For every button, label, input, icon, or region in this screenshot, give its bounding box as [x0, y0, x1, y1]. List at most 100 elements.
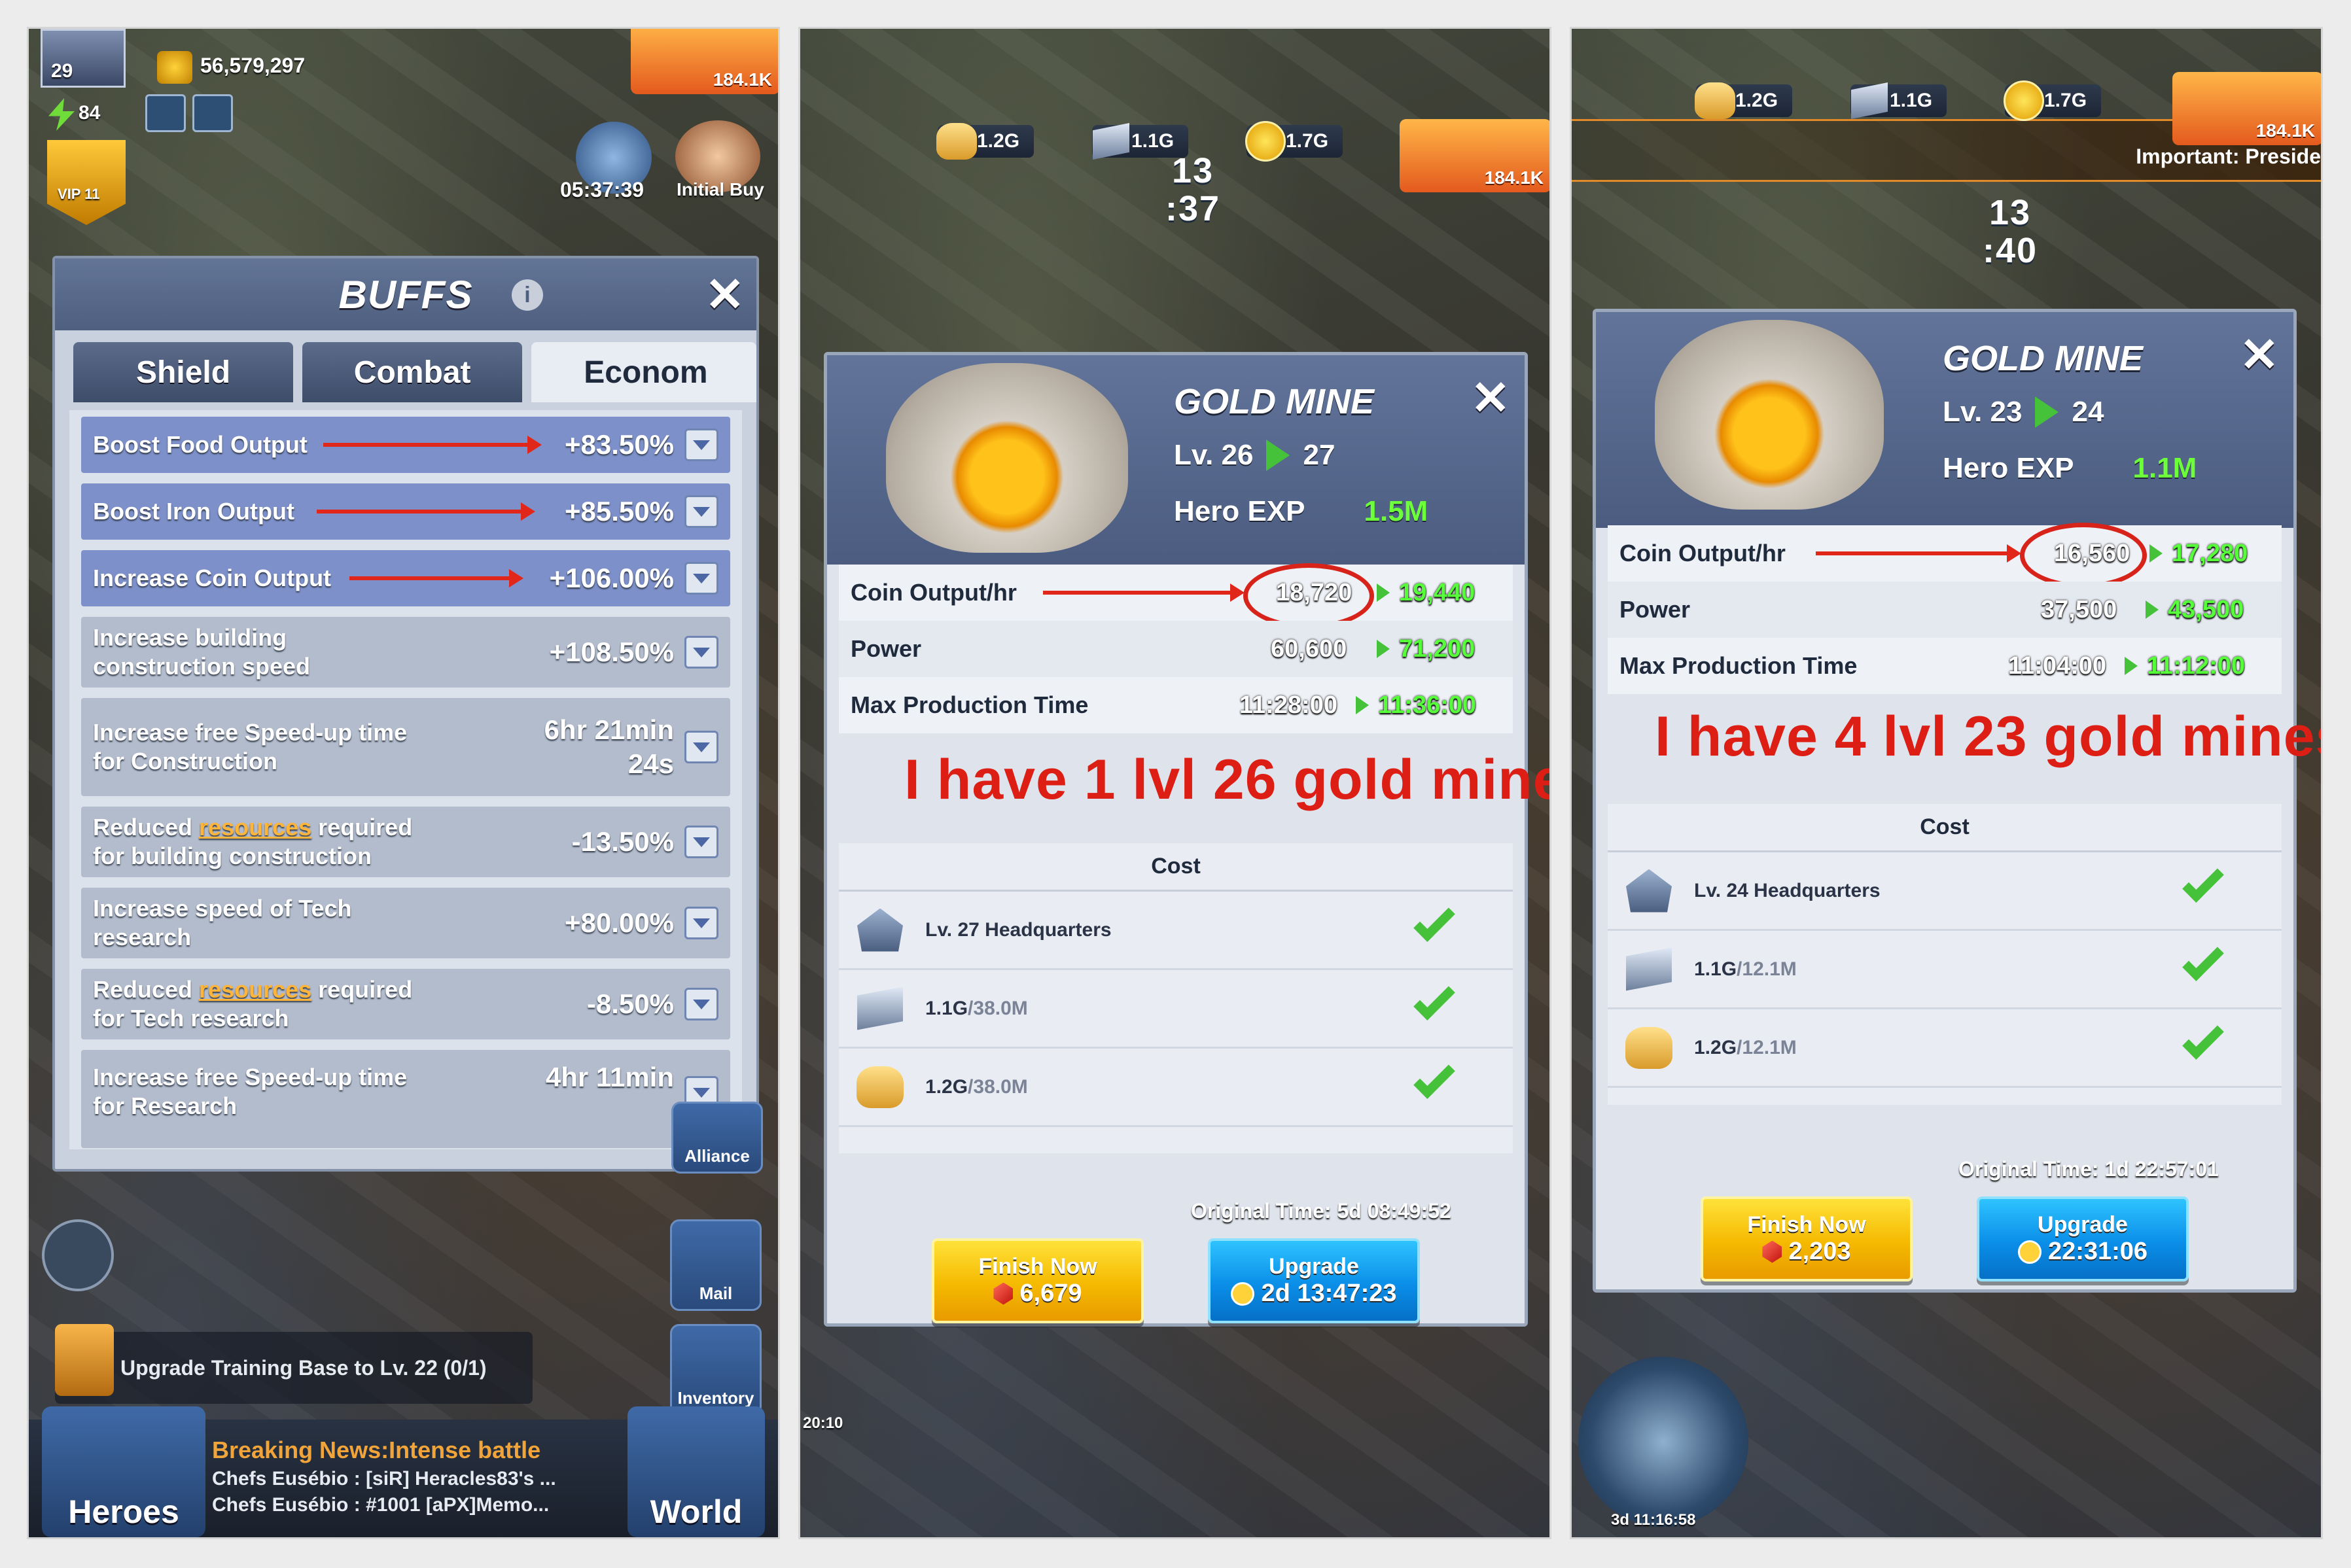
vip-label: VIP 11 — [58, 186, 100, 202]
coin-icon — [1243, 118, 1288, 164]
chevron-down-icon[interactable] — [684, 636, 718, 669]
inventory-button[interactable]: Inventory — [670, 1324, 762, 1416]
cost-title: Cost — [839, 843, 1513, 892]
arrow-right-icon — [1266, 440, 1290, 471]
buff-label: Increase building construction speed — [93, 624, 311, 680]
heroes-button[interactable]: Heroes — [42, 1406, 205, 1537]
food-resource[interactable]: 1.2G — [936, 120, 1034, 162]
arrow-right-icon — [2035, 396, 2059, 428]
buff-row-tech-resources[interactable]: Reduced resources required for Tech resea… — [81, 969, 730, 1039]
chevron-down-icon[interactable] — [684, 731, 718, 763]
finish-now-button[interactable]: Finish Now 2,203 — [1701, 1196, 1913, 1281]
iron-resource[interactable]: 1.1G — [1850, 80, 1947, 122]
bottom-timer: 3d 11:16:58 — [1611, 1511, 1696, 1529]
quest-panel[interactable]: Upgrade Training Base to Lv. 22 (0/1) — [55, 1332, 533, 1404]
buff-row-speedup-construction[interactable]: Increase free Speed-up time for Construct… — [81, 698, 730, 796]
finish-now-button[interactable]: Finish Now 6,679 — [932, 1238, 1144, 1323]
gold-mine-icon — [1655, 320, 1884, 510]
level-change: Lv. 23 24 — [1943, 396, 2104, 428]
chevron-down-icon[interactable] — [684, 988, 718, 1020]
bread-icon — [852, 1059, 908, 1115]
power-icon — [157, 51, 192, 84]
notice-text: Important: Preside — [2136, 145, 2321, 168]
event-timer: 05:37:39 — [560, 178, 645, 201]
shop-button[interactable]: 184.1K — [1400, 119, 1549, 192]
gold-mine-icon — [886, 363, 1128, 553]
shop-button[interactable]: 184.1K — [2172, 72, 2321, 145]
alliance-button[interactable]: Alliance — [671, 1102, 763, 1174]
coin-icon — [2001, 78, 2047, 124]
shop-amount: 184.1K — [2255, 120, 2315, 141]
buff-value: +106.00% — [549, 563, 674, 593]
buff-row-construction-resources[interactable]: Reduced resources required for building c… — [81, 807, 730, 877]
close-icon[interactable]: ✕ — [705, 271, 745, 319]
buff-list[interactable]: Boost Food Output +83.50% Boost Iron Out… — [69, 410, 742, 1149]
cost-row-headquarters: Lv. 24 Headquarters — [1608, 852, 2282, 931]
shop-button[interactable]: 184.1K — [631, 29, 778, 94]
power-value: 56,579,297 — [200, 54, 306, 77]
level-change: Lv. 26 27 — [1174, 439, 1335, 471]
coin-resource[interactable]: 1.7G — [1243, 118, 1343, 164]
iron-ingot-icon — [1621, 941, 1677, 998]
upgrade-button[interactable]: Upgrade 22:31:06 — [1977, 1196, 2189, 1281]
annotation-arrow — [317, 502, 535, 521]
portal-building[interactable] — [1578, 1357, 1748, 1527]
buff-icon-2[interactable] — [192, 94, 233, 132]
buff-value: 4hr 11min — [545, 1062, 674, 1092]
news-ticker[interactable]: Breaking News:Intense battle Chefs Euséb… — [212, 1437, 624, 1516]
buff-row-speedup-research[interactable]: Increase free Speed-up time for Research … — [81, 1050, 730, 1148]
tab-combat[interactable]: Combat — [302, 342, 523, 402]
annotation-text: I have 1 lvl 26 gold mine — [904, 748, 1551, 811]
build-hammer-icon[interactable] — [42, 1219, 114, 1291]
buff-row-construction-speed[interactable]: Increase building construction speed +108… — [81, 617, 730, 688]
arrow-right-icon — [1377, 640, 1390, 658]
chevron-down-icon[interactable] — [684, 826, 718, 858]
coin-resource[interactable]: 1.7G — [2004, 80, 2102, 122]
buff-label: Increase free Speed-up time for Construct… — [93, 719, 408, 775]
buffs-header: BUFFS i ✕ — [55, 258, 756, 330]
annotation-circle — [1243, 563, 1374, 629]
tab-shield[interactable]: Shield — [73, 342, 294, 402]
gold-mine-dialog: GOLD MINE ✕ Lv. 23 24 Hero EXP 1.1M Coin O… — [1593, 309, 2321, 1293]
chevron-down-icon[interactable] — [684, 495, 718, 528]
arrow-right-icon — [2146, 601, 2159, 619]
cost-row-iron: 1.1G/12.1M — [1608, 931, 2282, 1009]
info-icon[interactable]: i — [512, 279, 543, 311]
news-line: Chefs Eusébio : #1001 [aPX]Memo... — [212, 1494, 550, 1516]
headquarters-icon — [852, 902, 908, 958]
resources-link[interactable]: resources — [199, 814, 311, 841]
arrow-right-icon — [1356, 696, 1369, 714]
tab-economy[interactable]: Econom — [531, 342, 756, 402]
upgrade-button[interactable]: Upgrade 2d 13:47:23 — [1208, 1238, 1420, 1323]
bread-icon — [1692, 78, 1738, 124]
close-icon[interactable]: ✕ — [2240, 332, 2279, 379]
resources-link[interactable]: resources — [199, 976, 311, 1003]
close-icon[interactable]: ✕ — [1471, 375, 1510, 422]
buff-row-tech-speed[interactable]: Increase speed of Tech research +80.00% — [81, 888, 730, 958]
chevron-down-icon[interactable] — [684, 428, 718, 461]
shop-amount: 184.1K — [713, 69, 772, 90]
cost-row-food: 1.2G/12.1M — [1608, 1009, 2282, 1088]
buff-value: +83.50% — [565, 429, 674, 460]
quest-icon — [55, 1324, 114, 1396]
buff-value: -8.50% — [586, 988, 674, 1019]
buff-label: Reduced resources required for building c… — [93, 814, 413, 869]
buffs-dialog: BUFFS i ✕ Shield Combat Econom Boost Foo… — [52, 256, 759, 1172]
check-icon — [2182, 939, 2224, 981]
cost-section: Cost Lv. 27 Headquarters 1.1G/38.0M 1.2G… — [839, 843, 1513, 1153]
world-button[interactable]: World — [628, 1406, 765, 1537]
mail-button[interactable]: Mail — [670, 1219, 762, 1311]
iron-ingot-icon — [852, 981, 908, 1037]
player-level: 29 — [51, 60, 73, 82]
food-resource[interactable]: 1.2G — [1695, 80, 1793, 122]
check-icon — [1413, 1057, 1455, 1099]
cost-section: Cost Lv. 24 Headquarters 1.1G/12.1M 1.2G… — [1608, 804, 2282, 1105]
news-headline: Breaking News:Intense battle — [212, 1437, 541, 1463]
chevron-down-icon[interactable] — [684, 562, 718, 595]
chevron-down-icon[interactable] — [684, 907, 718, 939]
buff-value: +108.50% — [549, 636, 674, 667]
stat-max-production-time: Max Production Time 11:28:00 11:36:00 — [839, 677, 1513, 733]
buff-icon-1[interactable] — [145, 94, 186, 132]
buff-label: Increase speed of Tech research — [93, 895, 352, 950]
annotation-arrow — [323, 436, 542, 454]
